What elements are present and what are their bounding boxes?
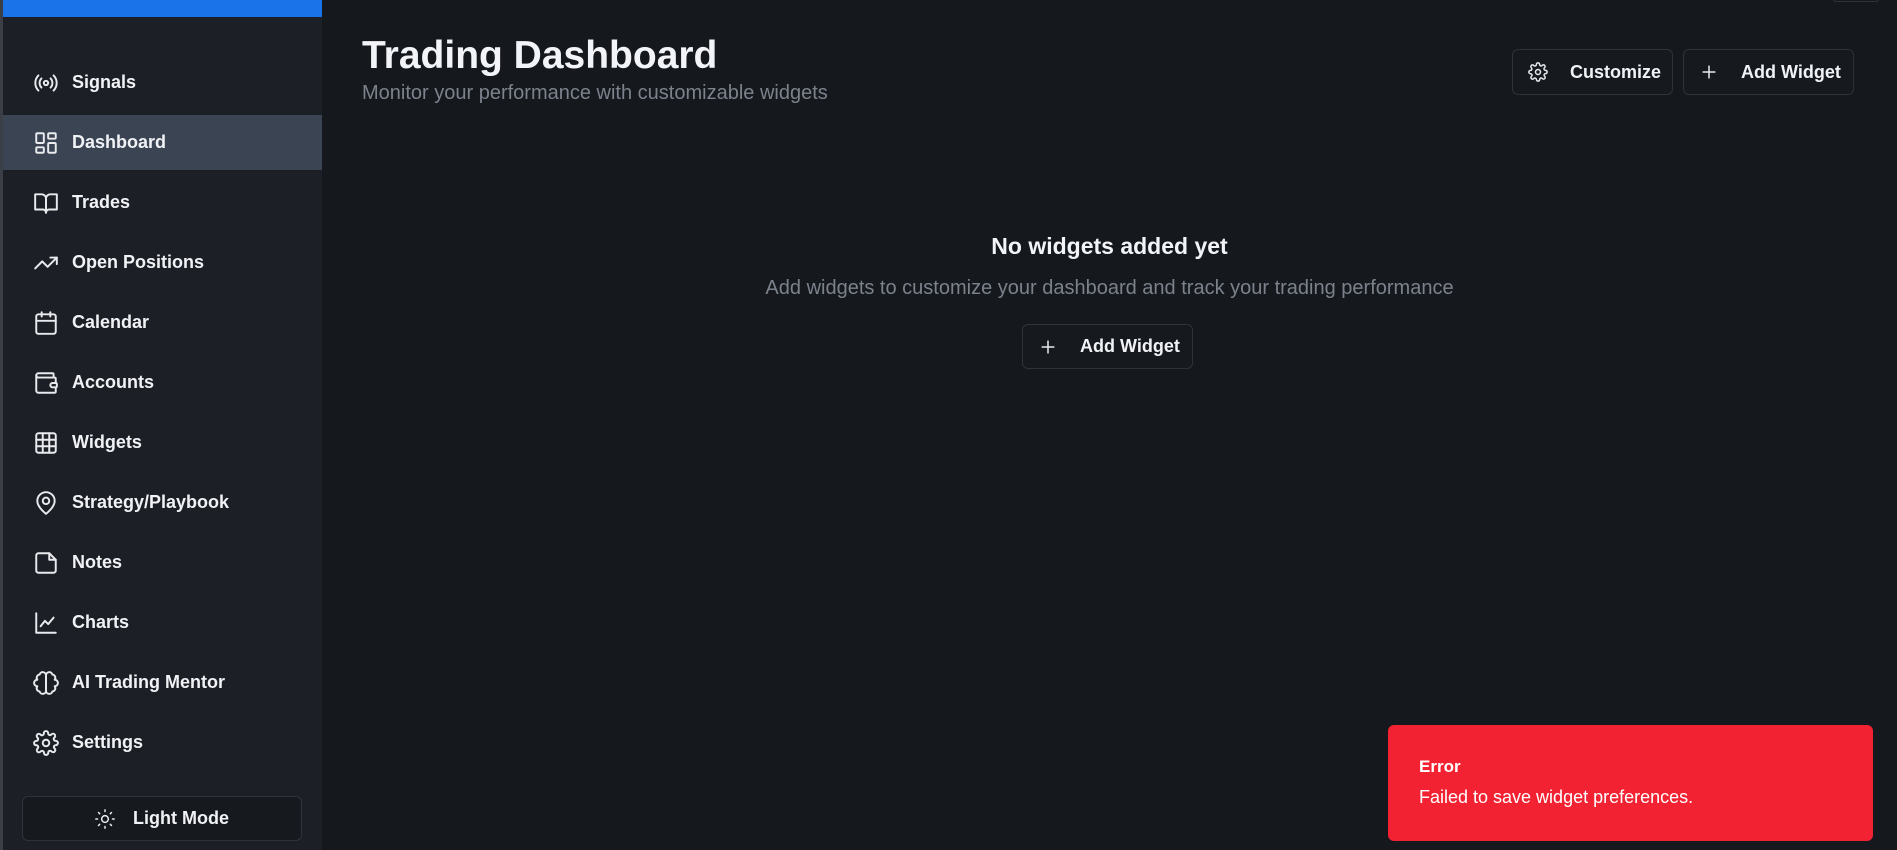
gear-icon <box>1528 62 1548 82</box>
gear-icon <box>32 729 60 757</box>
sidebar-item-label: Widgets <box>72 432 142 452</box>
dashboard-icon <box>32 129 60 157</box>
add-widget-button[interactable]: Add Widget <box>1683 49 1854 95</box>
sidebar-item-label: Signals <box>72 72 137 92</box>
sidebar-item-settings[interactable]: Settings <box>3 715 322 770</box>
book-icon <box>32 189 60 217</box>
sidebar-item-notes[interactable]: Notes <box>3 535 322 590</box>
top-corner-button[interactable] <box>1831 0 1881 2</box>
light-mode-toggle[interactable]: Light Mode <box>22 796 302 841</box>
plus-icon <box>1041 339 1055 354</box>
sidebar-item-label: Trades <box>72 192 131 212</box>
note-icon <box>32 549 60 577</box>
sidebar-item-accounts[interactable]: Accounts <box>3 355 322 410</box>
sidebar-item-charts[interactable]: Charts <box>3 595 322 650</box>
grid-icon <box>32 429 60 457</box>
sidebar-item-label: AI Trading Mentor <box>72 672 225 692</box>
empty-state-add-widget-button[interactable]: Add Widget <box>1022 324 1193 369</box>
empty-state-description: Add widgets to customize your dashboard … <box>765 277 1454 299</box>
error-toast[interactable]: Error Failed to save widget preferences. <box>1388 725 1873 841</box>
sidebar-item-open-positions[interactable]: Open Positions <box>3 235 322 290</box>
sidebar-item-widgets[interactable]: Widgets <box>3 415 322 470</box>
sidebar-nav: Signals Dashboard Trades Open Positions … <box>3 55 322 775</box>
toast-message: Failed to save widget preferences. <box>1419 787 1694 807</box>
sidebar-item-calendar[interactable]: Calendar <box>3 295 322 350</box>
sidebar-item-label: Dashboard <box>72 132 167 152</box>
wallet-icon <box>32 369 60 397</box>
sidebar-item-ai-trading-mentor[interactable]: AI Trading Mentor <box>3 655 322 710</box>
empty-state-title: No widgets added yet <box>991 233 1228 259</box>
brain-icon <box>32 669 60 697</box>
light-mode-label: Light Mode <box>133 808 229 828</box>
sidebar-item-label: Accounts <box>72 372 155 392</box>
sidebar: Signals Dashboard Trades Open Positions … <box>3 0 322 850</box>
sidebar-item-dashboard[interactable]: Dashboard <box>3 115 322 170</box>
trending-up-icon <box>32 249 60 277</box>
sidebar-item-label: Notes <box>72 552 123 572</box>
page-title: Trading Dashboard <box>362 34 718 77</box>
sidebar-item-label: Strategy/Playbook <box>72 492 230 512</box>
sidebar-item-label: Open Positions <box>72 252 205 272</box>
brand-bar <box>3 0 322 17</box>
page-subtitle: Monitor your performance with customizab… <box>362 82 828 104</box>
sidebar-item-label: Calendar <box>72 312 150 332</box>
sidebar-item-signals[interactable]: Signals <box>3 55 322 110</box>
toast-title: Error <box>1419 757 1461 776</box>
customize-label: Customize <box>1570 61 1662 82</box>
map-pin-icon <box>32 489 60 517</box>
sidebar-item-label: Charts <box>72 612 130 632</box>
add-widget-label: Add Widget <box>1741 61 1841 82</box>
line-chart-icon <box>32 609 60 637</box>
plus-icon <box>1702 65 1716 79</box>
add-widget-label: Add Widget <box>1080 336 1180 356</box>
sidebar-item-strategy-playbook[interactable]: Strategy/Playbook <box>3 475 322 530</box>
signal-icon <box>32 69 60 97</box>
sun-icon <box>95 808 115 829</box>
calendar-icon <box>32 309 60 337</box>
sidebar-item-trades[interactable]: Trades <box>3 175 322 230</box>
customize-button[interactable]: Customize <box>1512 49 1673 95</box>
sidebar-item-label: Settings <box>72 732 144 752</box>
